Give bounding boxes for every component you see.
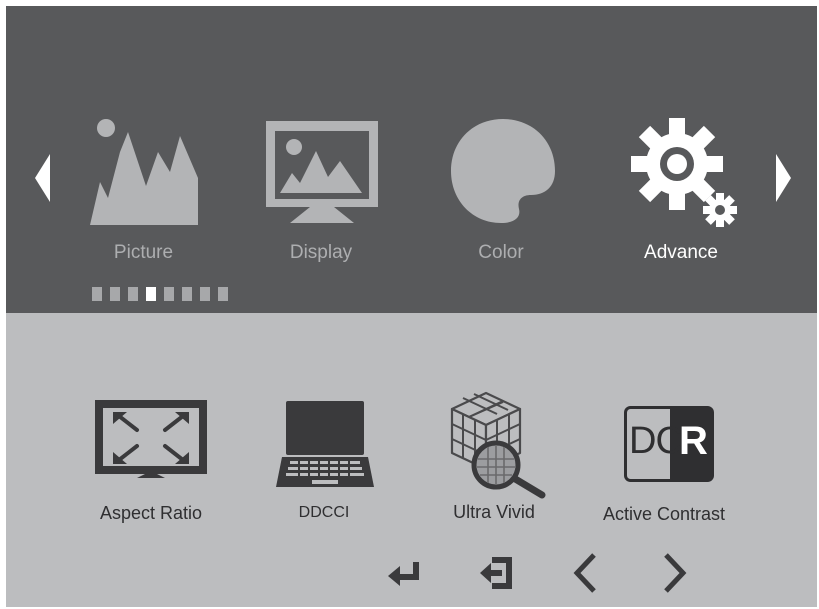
tab-color-label: Color (478, 242, 524, 263)
page-dot (128, 287, 138, 301)
dcr-icon: DC R (624, 406, 714, 482)
aspect-ratio-label: Aspect Ratio (99, 503, 203, 523)
options-panel: Aspect Ratio DDCCI Ultra Vivid DC R Acti… (6, 313, 817, 607)
active-contrast-label: Active Contrast (602, 504, 726, 524)
color-palette-icon (449, 117, 557, 230)
page-dot (200, 287, 210, 301)
enter-icon[interactable] (388, 560, 422, 591)
cube-magnifier-icon (448, 391, 548, 506)
aspect-ratio-icon (95, 400, 207, 483)
picture-icon (88, 114, 200, 231)
page-indicator (92, 287, 228, 301)
ultra-vivid-option[interactable]: Ultra Vivid (424, 391, 564, 526)
dcr-r-text: R (679, 419, 708, 463)
page-dot (110, 287, 120, 301)
osd-menu: Picture Display Color Advance Aspect Rat… (6, 6, 817, 607)
next-category-arrow-icon[interactable] (774, 154, 792, 207)
tab-picture-label: Picture (113, 242, 174, 263)
ddcci-label: DDCCI (298, 504, 350, 521)
dcr-dc-text: DC (629, 420, 683, 462)
prev-category-arrow-icon[interactable] (34, 154, 52, 207)
page-dot (92, 287, 102, 301)
tab-display[interactable]: Display (261, 114, 381, 269)
category-panel: Picture Display Color Advance (6, 6, 817, 313)
display-icon (264, 121, 380, 230)
exit-icon[interactable] (478, 557, 516, 594)
page-dot (164, 287, 174, 301)
tab-picture[interactable]: Picture (86, 114, 201, 269)
active-contrast-option[interactable]: DC R Active Contrast (594, 391, 734, 526)
gears-icon (627, 118, 739, 233)
aspect-ratio-option[interactable]: Aspect Ratio (76, 391, 226, 526)
chevron-right-icon[interactable] (662, 552, 688, 599)
ddcci-option[interactable]: DDCCI (264, 391, 384, 526)
tab-color[interactable]: Color (446, 114, 556, 269)
tab-advance-label: Advance (644, 242, 718, 263)
chevron-left-icon[interactable] (572, 552, 598, 599)
tab-display-label: Display (289, 242, 353, 263)
tab-advance[interactable]: Advance (621, 114, 741, 269)
page-dot (218, 287, 228, 301)
page-dot (182, 287, 192, 301)
ultra-vivid-label: Ultra Vivid (453, 502, 535, 522)
page-dot-active (146, 287, 156, 301)
laptop-icon (276, 401, 374, 492)
